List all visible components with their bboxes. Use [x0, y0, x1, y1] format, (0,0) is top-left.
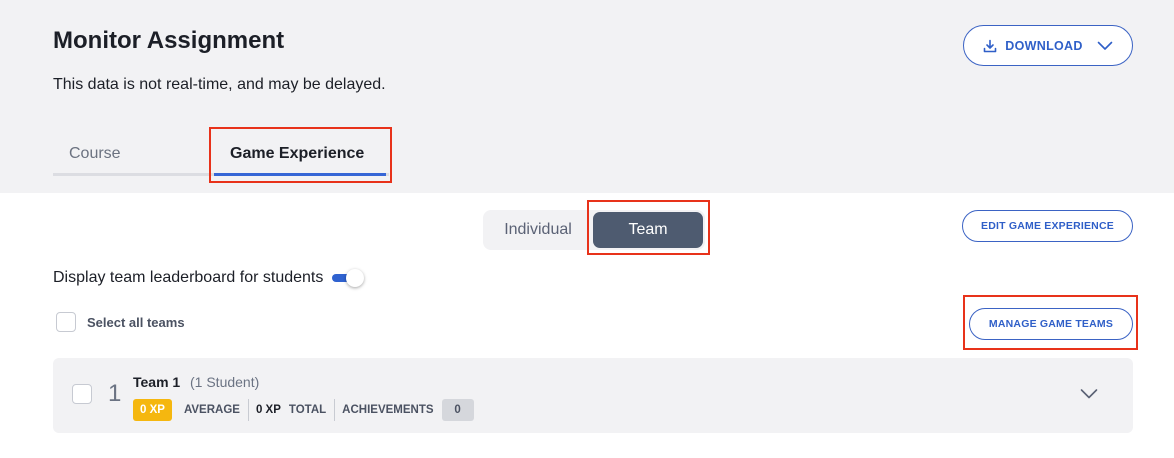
- stat-divider: [247, 399, 249, 421]
- assignment-tabs: Course Game Experience: [53, 140, 389, 176]
- page-title: Monitor Assignment: [53, 27, 285, 54]
- team-name: Team 1: [133, 374, 181, 390]
- chevron-down-icon[interactable]: [1080, 387, 1098, 405]
- download-label: DOWNLOAD: [1005, 38, 1083, 53]
- select-all-checkbox[interactable]: [56, 312, 76, 332]
- realtime-disclaimer: This data is not real-time, and may be d…: [53, 76, 386, 93]
- total-label: TOTAL: [288, 404, 327, 416]
- manage-game-teams-button[interactable]: MANAGE GAME TEAMS: [969, 308, 1133, 340]
- download-icon: [983, 39, 997, 53]
- team-row: 1 Team 1 (1 Student) 0 XP AVERAGE 0 XP T…: [53, 358, 1133, 433]
- average-xp-badge: 0 XP: [133, 399, 172, 421]
- leaderboard-toggle-label: Display team leaderboard for students: [53, 269, 324, 286]
- team-checkbox[interactable]: [72, 384, 92, 404]
- download-button[interactable]: DOWNLOAD: [963, 25, 1133, 66]
- team-stats: 0 XP AVERAGE 0 XP TOTAL ACHIEVEMENTS 0: [133, 399, 474, 421]
- achievements-count-badge: 0: [441, 399, 474, 421]
- select-all-teams: Select all teams: [56, 312, 185, 332]
- leaderboard-toggle-row: Display team leaderboard for students: [53, 269, 365, 287]
- tab-course[interactable]: Course: [69, 145, 121, 181]
- team-student-count: (1 Student): [190, 374, 260, 390]
- select-all-label: Select all teams: [87, 314, 185, 330]
- total-xp-value: 0 XP: [255, 404, 281, 416]
- stat-divider: [334, 399, 336, 421]
- chevron-down-icon: [1097, 41, 1113, 51]
- toggle-knob: [346, 269, 365, 287]
- team-rank: 1: [108, 380, 122, 407]
- view-toggle: Individual Team: [483, 210, 705, 250]
- leaderboard-toggle-switch[interactable]: [332, 269, 365, 287]
- view-option-team[interactable]: Team: [593, 212, 703, 248]
- average-label: AVERAGE: [183, 404, 240, 416]
- view-option-individual[interactable]: Individual: [483, 210, 593, 250]
- active-tab-indicator: [214, 173, 386, 176]
- edit-game-experience-button[interactable]: EDIT GAME EXPERIENCE: [962, 210, 1133, 242]
- achievements-label: ACHIEVEMENTS: [342, 404, 434, 416]
